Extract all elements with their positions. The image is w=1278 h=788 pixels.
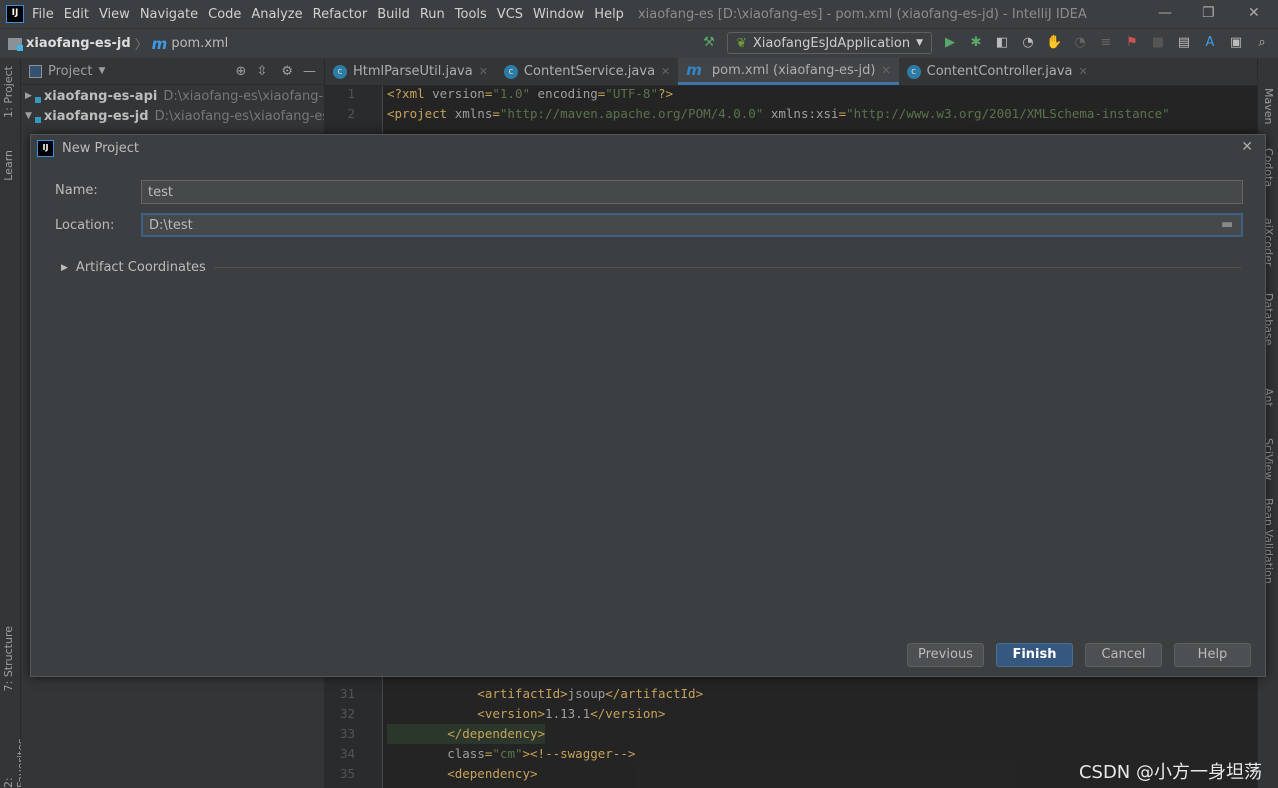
watermark: CSDN @小方一身坦荡 [1078,762,1262,783]
menu-build[interactable]: Build [377,7,410,22]
close-icon[interactable]: ✕ [1241,139,1253,155]
maven-icon: m [151,34,168,53]
menu-edit[interactable]: Edit [64,7,89,22]
translate-icon[interactable]: A [1202,35,1218,51]
artifact-coordinates-section[interactable]: ▶ Artifact Coordinates [61,260,1241,275]
debug-icon[interactable]: ✱ [968,35,984,51]
main-toolbar: ⚒ ❦ XiaofangEsJdApplication ▼ ▶ ✱ ◧ ◔ ✋ … [701,32,1278,54]
spring-boot-icon: ❦ [735,35,747,51]
module-folder-icon [8,37,23,51]
debug-stop-icon[interactable]: ⚑ [1124,35,1140,51]
stop-icon[interactable]: ■ [1150,35,1166,51]
build-hammer-icon[interactable]: ⚒ [701,35,717,51]
close-window-button[interactable]: ✕ [1248,5,1260,21]
breadcrumb-project[interactable]: xiaofang-es-jd [26,36,131,51]
rerun-icon[interactable]: ◔ [1072,35,1088,51]
help-button[interactable]: Help [1174,643,1251,667]
finish-button[interactable]: Finish [996,643,1073,667]
divider [213,267,1241,268]
location-input[interactable] [141,213,1243,237]
artifact-coordinates-label: Artifact Coordinates [75,260,206,275]
menu-window[interactable]: Window [533,7,584,22]
menu-code[interactable]: Code [208,7,241,22]
menu-file[interactable]: File [32,7,54,22]
intellij-logo-icon: IJ [6,5,24,23]
dialog-title: New Project [62,140,139,156]
coverage-icon[interactable]: ◧ [994,35,1010,51]
chevron-down-icon: ▼ [916,38,923,48]
window-title: xiaofang-es [D:\xiaofang-es] - pom.xml (… [637,6,1087,22]
menu-vcs[interactable]: VCS [497,7,523,22]
name-input[interactable] [141,180,1243,204]
expand-arrow-icon[interactable]: ▶ [61,263,68,273]
breadcrumb-file[interactable]: pom.xml [171,36,228,51]
menu-navigate[interactable]: Navigate [140,7,198,22]
cancel-button[interactable]: Cancel [1085,643,1162,667]
run-config-label: XiaofangEsJdApplication [752,35,911,51]
terminal-icon[interactable]: ▣ [1228,35,1244,51]
menu-run[interactable]: Run [420,7,445,22]
name-label: Name: [55,183,98,198]
menu-analyze[interactable]: Analyze [251,7,302,22]
location-label: Location: [55,218,115,233]
minimize-button[interactable]: — [1158,5,1172,21]
previous-button[interactable]: Previous [907,643,984,667]
menu-refactor[interactable]: Refactor [313,7,368,22]
new-project-dialog: IJ New Project ✕ Name: Location: ▬ ▶ Art… [30,134,1266,677]
menu-bar: IJ File Edit View Navigate Code Analyze Refact… [0,0,1278,28]
menu-view[interactable]: View [99,7,130,22]
profile-icon[interactable]: ◔ [1020,35,1036,51]
browse-folder-icon[interactable]: ▬ [1221,217,1233,232]
run-configuration-dropdown[interactable]: ❦ XiaofangEsJdApplication ▼ [726,32,932,54]
project-structure-icon[interactable]: ▤ [1176,35,1192,51]
restore-button[interactable]: ❐ [1202,5,1215,21]
menu-tools[interactable]: Tools [455,7,487,22]
search-icon[interactable]: ⌕ [1254,35,1270,51]
step-icon[interactable]: ≡ [1098,35,1114,51]
menu-help[interactable]: Help [594,7,624,22]
attach-icon[interactable]: ✋ [1046,35,1062,51]
intellij-logo-icon: IJ [37,139,54,157]
dialog-title-bar: IJ New Project ✕ [31,135,1265,161]
run-icon[interactable]: ▶ [942,35,958,51]
